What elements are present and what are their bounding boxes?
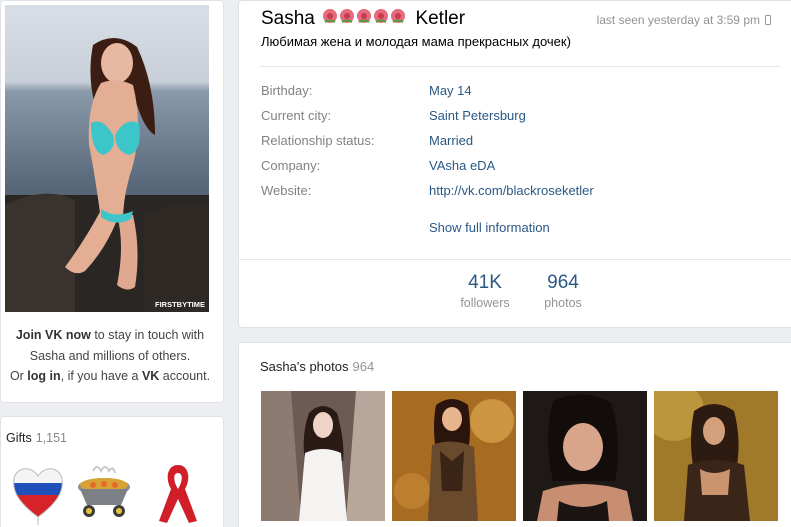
- followers-count: 41K: [468, 272, 502, 293]
- join-text-5: account.: [159, 369, 211, 383]
- info-value-birthday[interactable]: May 14: [429, 83, 472, 98]
- gifts-card: Gifts 1,151: [0, 416, 224, 527]
- login-link[interactable]: log in: [27, 369, 60, 383]
- join-text: to stay in touch with: [90, 328, 205, 342]
- first-name: Sasha: [261, 8, 315, 30]
- profile-photo[interactable]: FIRSTBYTIME: [5, 5, 209, 312]
- followers-counter[interactable]: 41K followers: [445, 272, 525, 310]
- join-text-3: Or: [9, 369, 28, 383]
- photos-count: 964: [547, 272, 579, 293]
- mobile-phone-icon: [765, 15, 771, 25]
- info-value-company[interactable]: VAsha eDA: [429, 158, 495, 173]
- gifts-header[interactable]: Gifts 1,151: [6, 431, 67, 445]
- profile-name: Sasha Ketler: [261, 7, 465, 31]
- ribbon-gift-icon[interactable]: [149, 459, 207, 527]
- avatar-card: FIRSTBYTIME Join VK now to stay in touch…: [0, 0, 224, 403]
- photos-title: Sasha's photos: [260, 359, 349, 374]
- grill-gift-icon[interactable]: [75, 459, 133, 527]
- photos-section-count: 964: [352, 359, 375, 374]
- gifts-count: 1,151: [35, 431, 67, 445]
- info-label: Birthday:: [261, 83, 313, 98]
- photos-card: Sasha's photos 964: [238, 342, 791, 527]
- photos-header[interactable]: Sasha's photos 964: [260, 359, 374, 374]
- info-label: Current city:: [261, 108, 332, 123]
- join-text-4: , if you have a: [60, 369, 142, 383]
- info-value-city[interactable]: Saint Petersburg: [429, 108, 526, 123]
- vk-brand: VK: [141, 369, 160, 383]
- flower-emoji-icons: [322, 7, 408, 31]
- last-name: Ketler: [415, 8, 466, 30]
- info-label: Company:: [261, 158, 321, 173]
- last-seen: last seen yesterday at 3:59 pm: [597, 13, 771, 27]
- divider: [259, 66, 781, 67]
- page: FIRSTBYTIME Join VK now to stay in touch…: [0, 0, 791, 527]
- info-value-website[interactable]: http://vk.com/blackroseketler: [429, 183, 594, 198]
- gifts-title: Gifts: [6, 431, 32, 445]
- info-value-relationship[interactable]: Married: [429, 133, 473, 148]
- join-link[interactable]: Join VK now: [16, 328, 91, 342]
- photo-watermark: FIRSTBYTIME: [155, 300, 205, 309]
- info-label: Website:: [261, 183, 312, 198]
- profile-status: Любимая жена и молодая мама прекрасных д…: [261, 34, 571, 49]
- profile-counters: 41K followers 964 photos: [239, 259, 791, 329]
- flower-icon: [323, 9, 338, 23]
- photo-thumbnail[interactable]: [654, 391, 778, 521]
- photos-counter[interactable]: 964 photos: [523, 272, 603, 310]
- heart-flag-gift-icon[interactable]: [9, 459, 67, 527]
- join-text-2: Sasha and millions of others.: [29, 348, 191, 363]
- show-full-info-link[interactable]: Show full information: [429, 220, 550, 235]
- info-label: Relationship status:: [261, 133, 375, 148]
- profile-card: Sasha Ketler last seen yesterday at 3:59…: [238, 0, 791, 328]
- followers-label: followers: [460, 296, 510, 310]
- photos-label: photos: [544, 296, 582, 310]
- photo-thumbnail[interactable]: [261, 391, 385, 521]
- last-seen-text: last seen yesterday at 3:59 pm: [596, 13, 760, 27]
- photo-thumbnail[interactable]: [392, 391, 516, 521]
- photo-thumbnail[interactable]: [523, 391, 647, 521]
- join-prompt: Join VK now to stay in touch with Sasha …: [1, 325, 219, 387]
